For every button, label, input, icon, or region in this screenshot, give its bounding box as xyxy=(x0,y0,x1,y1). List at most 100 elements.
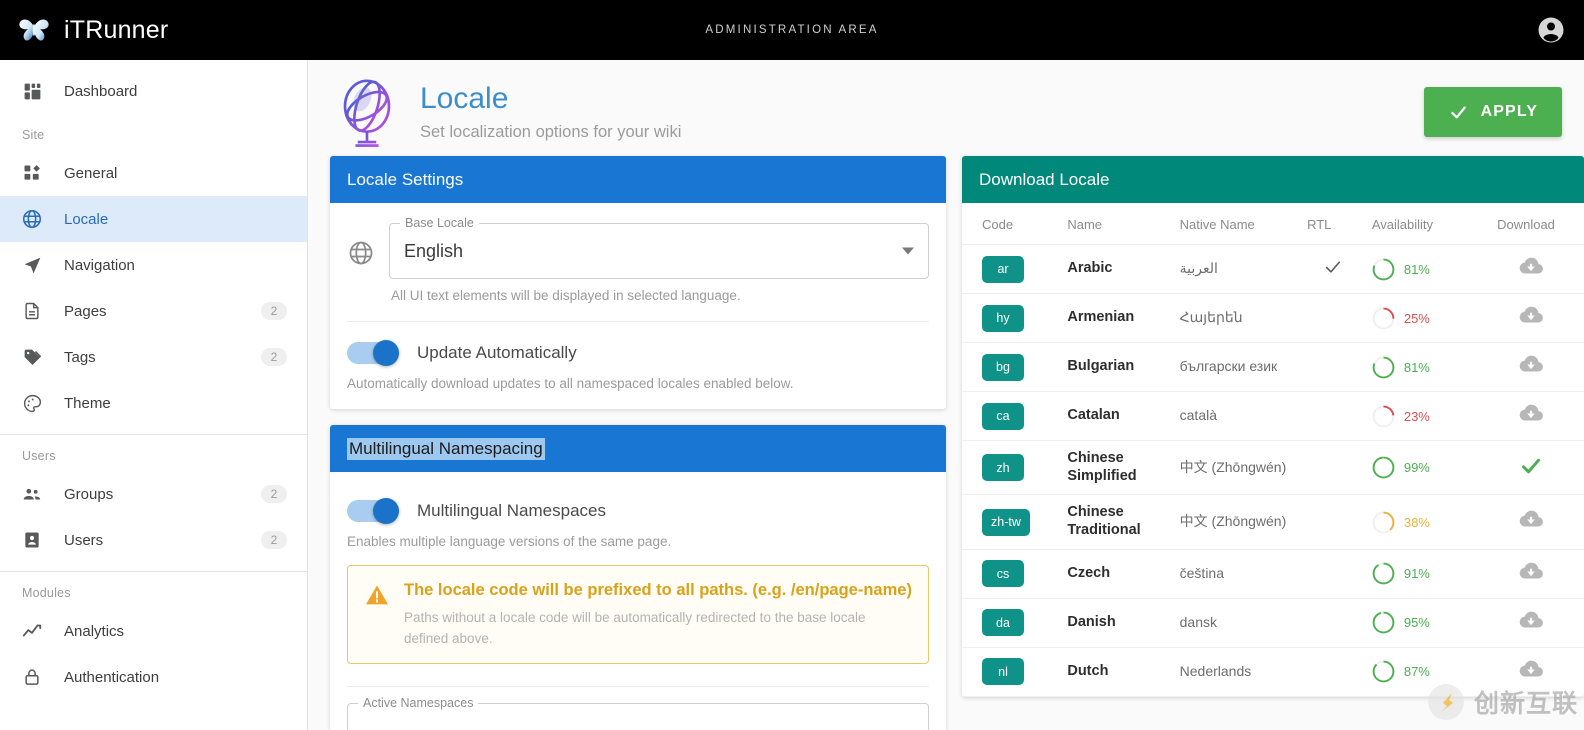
column-header-availability: Availability xyxy=(1366,203,1491,245)
check-icon xyxy=(1448,102,1469,123)
download-cloud-icon[interactable] xyxy=(1518,254,1544,280)
cell-rtl xyxy=(1301,294,1366,343)
rtl-check-icon xyxy=(1323,257,1343,277)
cell-download[interactable] xyxy=(1491,598,1584,647)
table-row[interactable]: zhChinese Simplified中文 (Zhōngwén)99% xyxy=(962,441,1584,495)
availability-percent: 95% xyxy=(1404,615,1430,630)
sidebar-item-theme[interactable]: Theme xyxy=(0,380,307,426)
sidebar-item-general[interactable]: General xyxy=(0,150,307,196)
sidebar-item-tags[interactable]: Tags 2 xyxy=(0,334,307,380)
locale-code-chip: bg xyxy=(982,354,1024,381)
availability-percent: 87% xyxy=(1404,664,1430,679)
download-cloud-icon[interactable] xyxy=(1518,352,1544,378)
availability-percent: 23% xyxy=(1404,409,1430,424)
brand[interactable]: iTRunner xyxy=(0,13,168,47)
sidebar-item-badge: 2 xyxy=(261,531,287,549)
table-row[interactable]: daDanishdansk95% xyxy=(962,598,1584,647)
table-row[interactable]: nlDutchNederlands87% xyxy=(962,647,1584,696)
cell-download[interactable] xyxy=(1491,294,1584,343)
base-locale-select[interactable]: Base Locale English xyxy=(389,223,929,279)
account-circle-glyph xyxy=(1536,15,1566,45)
multilingual-card-header: Multilingual Namespacing xyxy=(330,425,946,472)
right-column: Download Locale Code Name Native Name RT… xyxy=(962,156,1584,730)
availability-indicator: 91% xyxy=(1372,562,1485,585)
locale-code-chip: cs xyxy=(982,560,1024,587)
table-row[interactable]: bgBulgarianбългарски език81% xyxy=(962,343,1584,392)
table-row[interactable]: arArabicالعربية81% xyxy=(962,245,1584,294)
sidebar-item-analytics[interactable]: Analytics xyxy=(0,608,307,654)
table-row[interactable]: ca Catalan català 23% xyxy=(962,392,1584,441)
sidebar-item-navigation[interactable]: Navigation xyxy=(0,242,307,288)
download-cloud-icon[interactable] xyxy=(1518,401,1544,427)
multilingual-namespaces-label: Multilingual Namespaces xyxy=(417,501,606,521)
availability-indicator: 99% xyxy=(1372,456,1485,479)
sidebar-item-label: Groups xyxy=(64,486,241,503)
sidebar-item-locale[interactable]: Locale xyxy=(0,196,307,242)
locale-code-chip: ca xyxy=(982,403,1024,430)
availability-ring xyxy=(1372,356,1395,379)
multilingual-namespacing-card: Multilingual Namespacing Multilingual Na… xyxy=(330,425,946,730)
table-row[interactable]: hyArmenianՀայերեն25% xyxy=(962,294,1584,343)
dashboard-icon xyxy=(20,79,44,103)
locale-settings-card: Locale Settings Base Locale En xyxy=(330,156,946,409)
locale-name: Catalan xyxy=(1067,407,1167,425)
multilingual-card-title: Multilingual Namespacing xyxy=(347,438,545,460)
cell-download[interactable] xyxy=(1491,441,1584,495)
availability-indicator: 25% xyxy=(1372,307,1485,330)
availability-indicator: 23% xyxy=(1372,405,1485,428)
apps-icon xyxy=(20,161,44,185)
cell-download[interactable] xyxy=(1491,495,1584,549)
update-automatically-toggle[interactable] xyxy=(347,340,399,366)
availability-percent: 38% xyxy=(1404,515,1430,530)
cell-native-name: 中文 (Zhōngwén) xyxy=(1174,441,1301,495)
sidebar-item-groups[interactable]: Groups 2 xyxy=(0,471,307,517)
cell-download[interactable] xyxy=(1491,549,1584,598)
cell-download[interactable] xyxy=(1491,392,1584,441)
active-namespaces-field[interactable]: Active Namespaces xyxy=(347,703,929,730)
multilingual-namespaces-toggle[interactable] xyxy=(347,498,399,524)
availability-indicator: 38% xyxy=(1372,511,1485,534)
locale-native-name: 中文 (Zhōngwén) xyxy=(1180,513,1295,531)
download-cloud-icon[interactable] xyxy=(1518,507,1544,533)
availability-ring xyxy=(1372,562,1395,585)
content-area: Locale Set localization options for your… xyxy=(308,60,1584,730)
download-cloud-icon[interactable] xyxy=(1518,657,1544,683)
sidebar-item-label: Users xyxy=(64,532,241,549)
chevron-down-icon[interactable] xyxy=(902,248,914,255)
sidebar-item-label: Analytics xyxy=(64,623,287,640)
sidebar-item-authentication[interactable]: Authentication xyxy=(0,654,307,700)
locale-name: Arabic xyxy=(1067,260,1167,278)
apply-button[interactable]: APPLY xyxy=(1424,87,1562,137)
cell-name: Dutch xyxy=(1061,647,1173,696)
cell-download[interactable] xyxy=(1491,647,1584,696)
table-row[interactable]: csCzechčeština91% xyxy=(962,549,1584,598)
armillary-sphere-icon xyxy=(330,75,404,149)
sidebar-item-badge: 2 xyxy=(261,302,287,320)
download-cloud-icon[interactable] xyxy=(1518,303,1544,329)
table-row[interactable]: zh-twChinese Traditional中文 (Zhōngwén)38% xyxy=(962,495,1584,549)
table-header-row: Code Name Native Name RTL Availability D… xyxy=(962,203,1584,245)
download-cloud-icon[interactable] xyxy=(1518,608,1544,634)
installed-check-icon xyxy=(1519,454,1543,478)
top-bar: iTRunner ADMINISTRATION AREA xyxy=(0,0,1584,60)
cell-download[interactable] xyxy=(1491,245,1584,294)
locale-name: Armenian xyxy=(1067,309,1167,327)
download-cloud-icon[interactable] xyxy=(1518,559,1544,585)
cell-download[interactable] xyxy=(1491,343,1584,392)
cell-native-name: català xyxy=(1174,392,1301,441)
availability-percent: 91% xyxy=(1404,566,1430,581)
locale-code-chip: zh-tw xyxy=(982,509,1030,536)
cell-code: cs xyxy=(962,549,1061,598)
locale-settings-divider xyxy=(347,321,929,322)
cell-code: da xyxy=(962,598,1061,647)
multilingual-card-body: Multilingual Namespaces Enables multiple… xyxy=(330,472,946,730)
sidebar-item-label: General xyxy=(64,165,287,182)
account-circle-icon[interactable] xyxy=(1536,15,1566,45)
column-header-download: Download xyxy=(1491,203,1584,245)
sidebar-item-users[interactable]: Users 2 xyxy=(0,517,307,563)
sidebar-item-dashboard[interactable]: Dashboard xyxy=(0,68,307,114)
locale-code-chip: ar xyxy=(982,256,1024,283)
butterfly-logo-icon xyxy=(17,13,51,47)
sidebar-item-pages[interactable]: Pages 2 xyxy=(0,288,307,334)
availability-indicator: 81% xyxy=(1372,356,1485,379)
